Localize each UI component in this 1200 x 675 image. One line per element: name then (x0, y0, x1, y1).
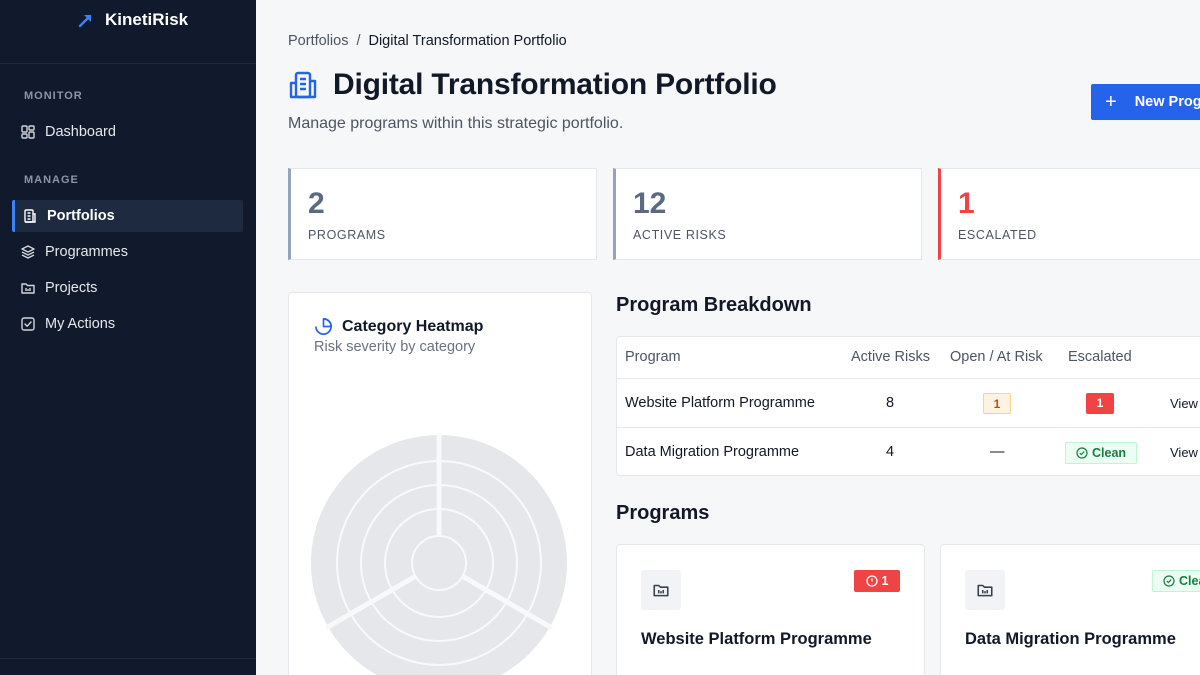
stat-card-active-risks: 12 ACTIVE RISKS (613, 168, 922, 260)
alert-circle-icon (865, 575, 878, 587)
clean-badge: Clean (1152, 570, 1200, 592)
sidebar-item-my-actions[interactable]: My Actions (12, 308, 243, 340)
column-header-escalated: Escalated (1068, 349, 1132, 365)
check-circle-icon (1163, 575, 1175, 587)
check-circle-icon (1076, 447, 1088, 459)
view-link[interactable]: View (1170, 428, 1198, 475)
sidebar-item-label: My Actions (45, 316, 116, 332)
active-risks-value: 8 (886, 395, 895, 411)
dashboard-icon (21, 125, 35, 139)
heatmap-center (411, 535, 467, 591)
folder-icon (977, 584, 993, 597)
section-label-manage: MANAGE (24, 174, 79, 186)
sidebar-item-portfolios[interactable]: Portfolios (12, 200, 243, 232)
column-header-program: Program (625, 349, 681, 365)
active-risks-value: 4 (886, 444, 895, 460)
clean-badge-label: Clean (1092, 446, 1127, 460)
heatmap-header: Category Heatmap (314, 317, 483, 336)
page-title: Digital Transformation Portfolio (333, 68, 777, 101)
sidebar-item-label: Programmes (45, 244, 128, 260)
program-breakdown-table: Program Active Risks Open / At Risk Esca… (616, 336, 1200, 476)
stat-label: PROGRAMS (308, 228, 386, 242)
heatmap-title: Category Heatmap (342, 317, 484, 335)
category-heatmap-card: Category Heatmap Risk severity by catego… (288, 292, 592, 675)
open-at-risk-value: — (990, 444, 1005, 460)
brand[interactable]: KinetiRisk (0, 0, 256, 64)
heatmap-radial-chart (311, 433, 567, 675)
table-row[interactable]: Data Migration Programme 4 — Clean View (617, 427, 1200, 475)
arrow-up-right-icon (78, 14, 92, 28)
new-program-button[interactable]: + New Program (1091, 84, 1200, 120)
program-breakdown-title: Program Breakdown (616, 294, 812, 316)
stat-card-programs: 2 PROGRAMS (288, 168, 597, 260)
stat-label: ACTIVE RISKS (633, 228, 727, 242)
folder-icon-box (641, 570, 681, 610)
clean-badge-label: Clean (1179, 574, 1200, 588)
open-at-risk-badge: 1 (983, 393, 1011, 414)
stat-value: 1 (958, 187, 975, 220)
page-subtitle: Manage programs within this strategic po… (288, 115, 624, 132)
plus-icon: + (1105, 91, 1117, 113)
section-label-monitor: MONITOR (24, 90, 83, 102)
checkbox-icon (21, 317, 35, 331)
sidebar: KinetiRisk MONITOR Dashboard MANAGE Port… (0, 0, 256, 675)
sidebar-footer-divider (0, 658, 256, 659)
breadcrumb-separator: / (356, 33, 361, 49)
building-icon (289, 71, 317, 99)
folder-icon (653, 584, 669, 597)
title-row: Digital Transformation Portfolio (288, 68, 777, 102)
pie-chart-icon (315, 318, 332, 335)
column-header-active-risks: Active Risks (851, 349, 930, 365)
breadcrumb: Portfolios / Digital Transformation Port… (288, 33, 567, 49)
sidebar-item-label: Projects (45, 280, 98, 296)
view-link[interactable]: View (1170, 379, 1198, 428)
stat-value: 12 (633, 187, 667, 220)
heatmap-subtitle: Risk severity by category (314, 339, 476, 355)
breadcrumb-current: Digital Transformation Portfolio (368, 33, 567, 49)
brand-name: KinetiRisk (105, 10, 189, 29)
building-icon (24, 209, 36, 223)
clean-badge: Clean (1065, 442, 1138, 464)
layers-icon (21, 245, 35, 259)
stat-label: ESCALATED (958, 228, 1037, 242)
program-name: Website Platform Programme (625, 395, 815, 411)
breadcrumb-link-portfolios[interactable]: Portfolios (288, 33, 348, 49)
program-card-website-platform[interactable]: 1 Website Platform Programme (616, 544, 925, 675)
main-content: Portfolios / Digital Transformation Port… (256, 0, 1200, 675)
folder-icon-box (965, 570, 1005, 610)
sidebar-item-dashboard[interactable]: Dashboard (12, 116, 243, 148)
stat-card-escalated: 1 ESCALATED (938, 168, 1200, 260)
escalated-badge: 1 (854, 570, 900, 592)
new-program-button-label: New Program (1134, 94, 1200, 110)
sidebar-item-programmes[interactable]: Programmes (12, 236, 243, 268)
sidebar-item-projects[interactable]: Projects (12, 272, 243, 304)
program-name: Data Migration Programme (625, 444, 800, 460)
column-header-open-at-risk: Open / At Risk (950, 349, 1043, 365)
stat-value: 2 (308, 187, 325, 220)
program-card-name: Data Migration Programme (965, 630, 1176, 648)
table-row[interactable]: Website Platform Programme 8 1 1 View (617, 378, 1200, 427)
program-card-data-migration[interactable]: Clean Data Migration Programme (940, 544, 1200, 675)
folder-icon (21, 283, 35, 294)
program-card-name: Website Platform Programme (641, 630, 872, 648)
escalated-badge: 1 (1086, 393, 1114, 414)
sidebar-item-label: Dashboard (45, 124, 116, 140)
programs-title: Programs (616, 502, 710, 524)
escalated-badge-count: 1 (881, 574, 889, 588)
sidebar-item-label: Portfolios (47, 208, 115, 224)
